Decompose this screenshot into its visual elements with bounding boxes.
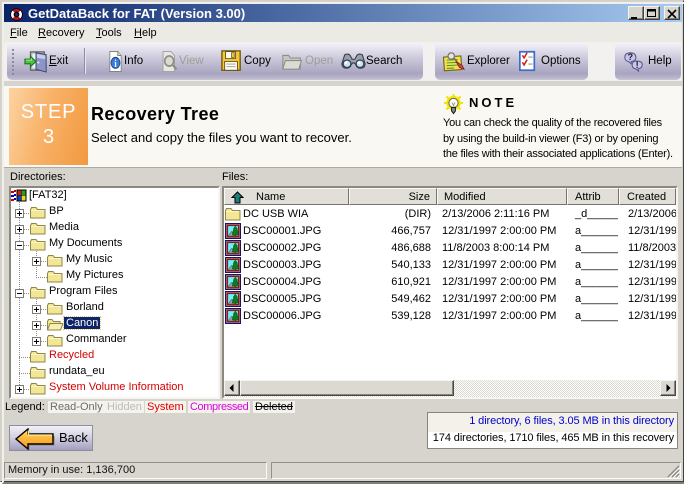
svg-text:!: ! xyxy=(636,60,639,70)
svg-text:i: i xyxy=(114,58,117,69)
svg-text:?: ? xyxy=(628,52,634,62)
